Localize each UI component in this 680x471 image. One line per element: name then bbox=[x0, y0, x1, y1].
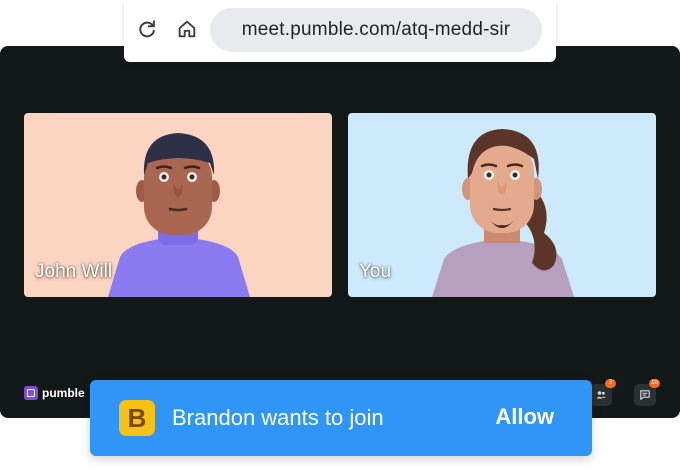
chat-count-badge: 16 bbox=[649, 379, 660, 388]
home-icon[interactable] bbox=[176, 18, 198, 40]
allow-button[interactable]: Allow bbox=[495, 404, 554, 430]
reload-icon[interactable] bbox=[136, 18, 158, 40]
video-tile-john[interactable]: John Will bbox=[24, 113, 332, 297]
pumble-logo-icon bbox=[24, 386, 38, 400]
url-text: meet.pumble.com/atq-medd-sir bbox=[241, 19, 511, 40]
video-tile-you[interactable]: You bbox=[348, 113, 656, 297]
avatar-illustration-you bbox=[432, 129, 574, 297]
pumble-logo: pumble bbox=[24, 385, 85, 401]
avatar-letter: B bbox=[127, 402, 147, 433]
join-request-toast: B Brandon wants to join Allow bbox=[90, 380, 592, 456]
meeting-window: John Will You pumble 3 16 bbox=[0, 46, 680, 418]
participant-name: You bbox=[359, 261, 392, 282]
requester-avatar: B bbox=[119, 400, 155, 436]
chat-icon bbox=[640, 390, 650, 400]
participant-name: John Will bbox=[35, 261, 113, 282]
join-request-message: Brandon wants to join bbox=[172, 405, 384, 430]
people-icon bbox=[596, 391, 606, 399]
browser-toolbar: meet.pumble.com/atq-medd-sir bbox=[124, 0, 556, 62]
participants-button[interactable]: 3 bbox=[590, 379, 616, 406]
participants-count-badge: 3 bbox=[605, 379, 616, 388]
address-bar[interactable]: meet.pumble.com/atq-medd-sir bbox=[210, 8, 542, 52]
chat-button[interactable]: 16 bbox=[634, 379, 660, 406]
brand-name: pumble bbox=[42, 386, 85, 400]
